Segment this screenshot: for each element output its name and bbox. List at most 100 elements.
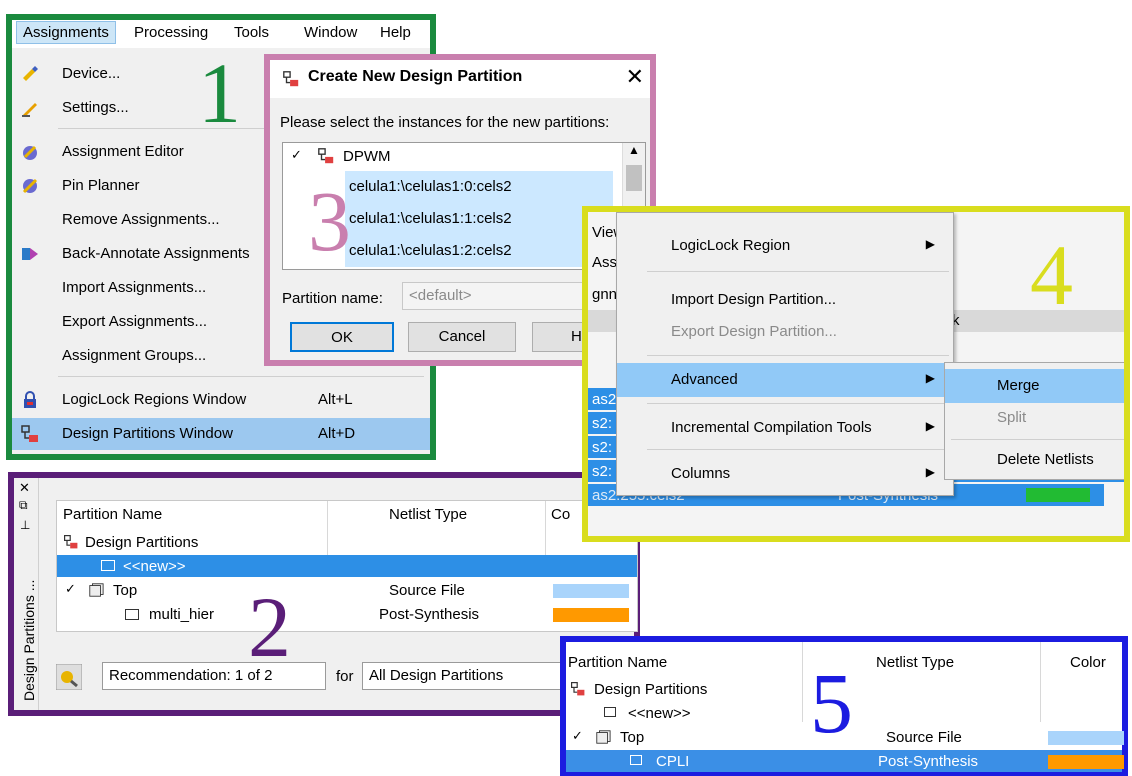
column-header-netlist[interactable]: Netlist Type [876, 654, 954, 671]
settings-pencil-icon [22, 103, 37, 117]
bg-text: s2: [592, 463, 613, 480]
menu-item-logiclock-window[interactable]: LogicLock Regions Window Alt+L [12, 384, 430, 416]
menu-bar: Assignments Processing Tools Window Help [12, 20, 430, 48]
pin-icon[interactable]: ⊥ [20, 518, 30, 532]
submenu-arrow-icon: ▶ [925, 465, 935, 479]
table-row[interactable]: ✓ Top Source File [57, 579, 637, 601]
menu-item-label: Incremental Compilation Tools [671, 419, 872, 436]
menu-processing[interactable]: Processing [134, 24, 208, 41]
partitions-table: Partition Name Netlist Type Co Design Pa… [56, 500, 638, 632]
shortcut-label: Alt+D [318, 425, 356, 442]
advanced-submenu: Merge Split Delete Netlists [944, 362, 1124, 480]
submenu-arrow-icon: ▶ [925, 371, 935, 385]
menu-separator [647, 403, 949, 404]
menu-item-merge[interactable]: Merge [945, 369, 1124, 403]
menu-tools[interactable]: Tools [234, 24, 269, 41]
device-chip-icon [23, 66, 38, 81]
table-row-selected[interactable]: <<new>> [57, 555, 637, 577]
float-icon[interactable]: ⧉ [19, 498, 28, 513]
panel-number-3: 3 [308, 173, 351, 269]
menu-item-incremental-tools[interactable]: Incremental Compilation Tools ▶ [617, 411, 953, 445]
menu-item-label: Delete Netlists [997, 451, 1094, 468]
ok-button[interactable]: OK [290, 322, 394, 352]
submenu-arrow-icon: ▶ [925, 237, 935, 251]
close-icon[interactable]: ✕ [626, 64, 644, 90]
menu-item-logiclock-region[interactable]: LogicLock Region ▶ [617, 229, 953, 263]
menu-item-label: Settings... [62, 99, 129, 116]
column-header-name[interactable]: Partition Name [568, 654, 667, 671]
menu-item-label: Advanced [671, 371, 738, 388]
dialog-title-bar: Create New Design Partition ✕ [270, 60, 650, 98]
menu-item-design-partitions-window[interactable]: Design Partitions Window Alt+D [12, 418, 430, 450]
row-name: Top [113, 582, 138, 599]
row-name: Top [620, 729, 645, 746]
menu-item-label: Assignment Groups... [62, 347, 207, 364]
table-row[interactable]: Design Partitions [57, 531, 637, 553]
hierarchy-icon [596, 730, 611, 744]
close-icon[interactable]: ✕ [19, 480, 30, 496]
for-label: for [336, 668, 354, 685]
chevron-down-icon[interactable]: ✓ [65, 581, 76, 597]
table-header: Partition Name Netlist Type Co [57, 503, 637, 525]
menu-item-label: Device... [62, 65, 121, 82]
partition-icon [318, 148, 334, 164]
row-name: Design Partitions [85, 534, 199, 551]
partition-box-icon [630, 755, 642, 765]
hierarchy-icon [89, 583, 104, 597]
menu-separator [647, 355, 949, 356]
partition-icon [64, 535, 78, 549]
partition-box-icon [125, 609, 139, 620]
menu-separator [647, 449, 949, 450]
context-menu: LogicLock Region ▶ Import Design Partiti… [616, 212, 954, 496]
tree-instance-item[interactable]: celula1:\celulas1:1:cels2 [345, 203, 613, 235]
cancel-button[interactable]: Cancel [408, 322, 516, 352]
menu-item-split: Split [945, 401, 1124, 435]
row-name: multi_hier [149, 606, 215, 623]
new-partition-icon [101, 560, 115, 571]
advisor-icon[interactable] [56, 664, 82, 690]
color-swatch [1048, 731, 1124, 745]
pin-planner-icon [22, 178, 38, 194]
column-header-name[interactable]: Partition Name [63, 506, 162, 523]
menu-item-export-partition: Export Design Partition... [617, 315, 953, 349]
menu-item-label: Merge [997, 377, 1040, 394]
bg-text: s2: [592, 415, 613, 432]
menu-item-advanced[interactable]: Advanced ▶ [617, 363, 953, 397]
color-swatch [1026, 488, 1090, 502]
menu-item-label: Import Assignments... [62, 279, 207, 296]
menu-item-label: Columns [671, 465, 731, 482]
menu-help[interactable]: Help [380, 24, 411, 41]
column-header-netlist[interactable]: Netlist Type [389, 506, 467, 523]
table-row-selected[interactable]: CPLI Post-Synthesis [566, 750, 1124, 772]
menu-item-import-partition[interactable]: Import Design Partition... [617, 283, 953, 317]
menu-item-delete-netlists[interactable]: Delete Netlists [945, 443, 1124, 477]
row-netlist: Post-Synthesis [379, 606, 480, 623]
panel-number-4: 4 [1030, 227, 1073, 323]
recommendation-field[interactable]: Recommendation: 1 of 2 [102, 662, 326, 690]
menu-item-label: Remove Assignments... [62, 211, 220, 228]
back-annotate-icon [22, 248, 38, 260]
chevron-up-icon[interactable]: ▲ [628, 143, 640, 157]
menu-item-label: Export Design Partition... [671, 323, 837, 340]
shortcut-label: Alt+L [318, 391, 353, 408]
chevron-down-icon[interactable]: ✓ [572, 728, 583, 744]
row-name: <<new>> [628, 705, 691, 722]
row-name: Design Partitions [594, 681, 708, 698]
menu-window[interactable]: Window [304, 24, 357, 41]
color-swatch [553, 584, 629, 598]
tree-root-label[interactable]: DPWM [343, 148, 391, 165]
new-partition-icon [604, 707, 616, 717]
tree-instance-item[interactable]: celula1:\celulas1:0:cels2 [345, 171, 613, 203]
table-row[interactable]: multi_hier Post-Synthesis [57, 603, 637, 625]
column-header-color[interactable]: Co [551, 506, 570, 523]
scrollbar-thumb[interactable] [626, 165, 642, 191]
menu-assignments[interactable]: Assignments [16, 21, 116, 44]
chevron-down-icon[interactable]: ✓ [291, 147, 302, 163]
dialog-prompt: Please select the instances for the new … [280, 114, 610, 131]
column-header-color[interactable]: Color [1070, 654, 1106, 671]
tree-instance-item[interactable]: celula1:\celulas1:2:cels2 [345, 235, 613, 267]
menu-item-label: Assignment Editor [62, 143, 184, 160]
menu-item-label: Back-Annotate Assignments [62, 245, 250, 262]
menu-item-label: Import Design Partition... [671, 291, 837, 308]
menu-item-columns[interactable]: Columns ▶ [617, 457, 953, 491]
